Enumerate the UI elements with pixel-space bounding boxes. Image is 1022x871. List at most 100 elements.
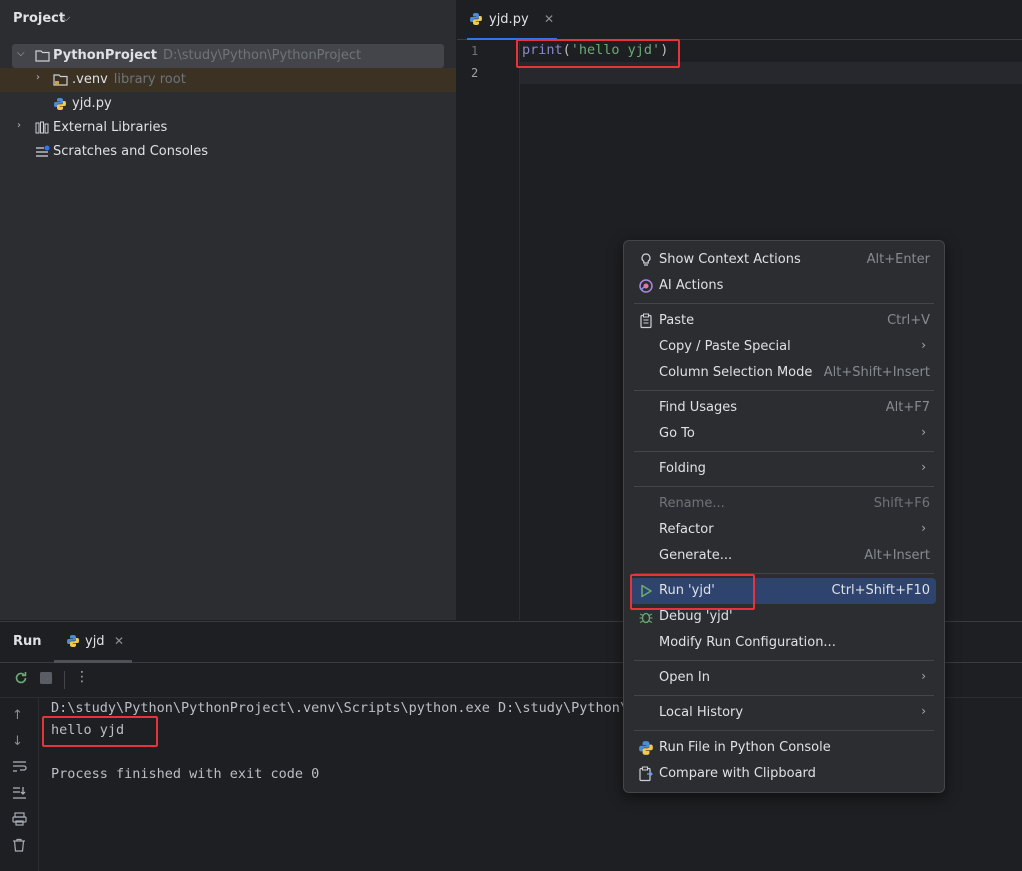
tree-item-label: yjd.py <box>72 96 112 111</box>
tree-item-pythonproject[interactable]: ⌵ PythonProject D:\study\Python\PythonPro… <box>0 44 456 68</box>
chevron-right-icon: › <box>921 669 926 683</box>
chevron-right-icon: › <box>921 338 926 352</box>
arrow-up-icon[interactable]: ↑ <box>12 708 23 723</box>
annotation-box-output <box>42 716 158 747</box>
close-icon[interactable]: ✕ <box>544 12 554 26</box>
menu-shortcut: Ctrl+Shift+F10 <box>831 583 930 598</box>
line-number: 2 <box>471 66 479 80</box>
library-root-hint: library root <box>113 72 186 87</box>
run-tab-yjd[interactable]: yjd ✕ <box>54 622 132 663</box>
annotation-box-run <box>630 574 755 610</box>
run-side-toolbar: ↑ ↓ <box>0 698 39 871</box>
tab-label: yjd <box>85 634 105 649</box>
chevron-right-icon: › <box>921 704 926 718</box>
menu-item-column-selection-mode[interactable]: Column Selection Mode Alt+Shift+Insert <box>630 360 936 386</box>
project-title[interactable]: Project <box>13 11 65 26</box>
menu-item-paste[interactable]: Paste Ctrl+V <box>630 308 936 334</box>
tree-item-yjd-py[interactable]: yjd.py <box>0 92 456 116</box>
menu-item-label: Open In <box>659 670 710 685</box>
chevron-right-icon[interactable]: › <box>17 120 21 131</box>
run-title: Run <box>13 634 42 649</box>
path-hint: D:\study\Python\PythonProject <box>162 48 362 63</box>
trash-icon[interactable] <box>12 838 26 856</box>
menu-item-folding[interactable]: Folding › <box>630 456 936 482</box>
menu-item-label: Local History <box>659 705 744 720</box>
debug-icon <box>638 609 654 625</box>
menu-item-label: Compare with Clipboard <box>659 766 816 781</box>
menu-item-label: Find Usages <box>659 400 738 415</box>
python-file-icon <box>469 12 483 30</box>
tree-item-venv[interactable]: › .venv library root <box>0 68 456 92</box>
chevron-down-icon[interactable]: ⌵ <box>17 48 25 59</box>
print-icon[interactable] <box>12 812 27 830</box>
soft-wrap-icon[interactable] <box>12 760 27 777</box>
project-header: Project ⌵ <box>0 0 456 40</box>
tree-item-external-libraries[interactable]: › External Libraries <box>0 116 456 140</box>
menu-item-copy-paste-special[interactable]: Copy / Paste Special › <box>630 334 936 360</box>
bulb-icon <box>638 252 654 268</box>
python-icon <box>66 634 80 652</box>
arrow-down-icon[interactable]: ↓ <box>12 734 23 749</box>
library-icon <box>35 121 50 138</box>
menu-item-label: Folding <box>659 461 706 476</box>
chevron-right-icon: › <box>921 460 926 474</box>
close-icon[interactable]: ✕ <box>114 634 124 648</box>
menu-shortcut: Alt+Enter <box>866 252 930 267</box>
line-number: 1 <box>471 44 479 58</box>
menu-item-label: Show Context Actions <box>659 252 801 267</box>
folder-icon <box>53 73 68 90</box>
menu-item-compare-with-clipboard[interactable]: Compare with Clipboard <box>630 761 936 787</box>
menu-separator <box>634 695 934 696</box>
tree-item-label: PythonProject D:\study\Python\PythonProje… <box>53 48 362 63</box>
context-menu: Show Context Actions Alt+Enter AI Action… <box>623 240 945 793</box>
tab-label: yjd.py <box>489 12 529 27</box>
menu-item-generate[interactable]: Generate... Alt+Insert <box>630 543 936 569</box>
editor-tab-bar: yjd.py ✕ <box>457 0 1022 40</box>
menu-item-label: Copy / Paste Special <box>659 339 791 354</box>
menu-item-label: Column Selection Mode <box>659 365 813 380</box>
menu-item-label: Modify Run Configuration... <box>659 635 836 650</box>
console-exit-line: Process finished with exit code 0 <box>51 766 320 782</box>
menu-item-label: Debug 'yjd' <box>659 609 733 624</box>
toolbar-divider <box>64 671 65 689</box>
python-file-icon <box>53 97 67 115</box>
menu-item-label: Go To <box>659 426 695 441</box>
menu-shortcut: Alt+F7 <box>885 400 930 415</box>
menu-shortcut: Ctrl+V <box>887 313 930 328</box>
menu-shortcut: Alt+Shift+Insert <box>823 365 930 380</box>
menu-shortcut: Shift+F6 <box>873 496 930 511</box>
folder-icon <box>35 49 50 66</box>
menu-item-label: Generate... <box>659 548 733 563</box>
ai-icon <box>638 278 654 294</box>
scratches-icon <box>35 145 50 162</box>
tree-item-label: Scratches and Consoles <box>53 144 209 159</box>
menu-separator <box>634 730 934 731</box>
menu-separator <box>634 451 934 452</box>
chevron-down-icon[interactable]: ⌵ <box>62 11 70 25</box>
menu-item-find-usages[interactable]: Find Usages Alt+F7 <box>630 395 936 421</box>
more-options-icon[interactable]: ⋮ <box>75 669 89 685</box>
menu-item-refactor[interactable]: Refactor › <box>630 517 936 543</box>
chevron-right-icon: › <box>921 521 926 535</box>
menu-item-label: Paste <box>659 313 695 328</box>
menu-item-run-in-python-console[interactable]: Run File in Python Console <box>630 735 936 761</box>
tree-item-label: .venv library root <box>72 72 186 87</box>
menu-item-label: AI Actions <box>659 278 724 293</box>
stop-icon[interactable] <box>40 672 53 689</box>
menu-item-local-history[interactable]: Local History › <box>630 700 936 726</box>
menu-item-modify-run-config[interactable]: Modify Run Configuration... <box>630 630 936 656</box>
menu-separator <box>634 660 934 661</box>
menu-item-show-context-actions[interactable]: Show Context Actions Alt+Enter <box>630 247 936 273</box>
menu-item-ai-actions[interactable]: AI Actions <box>630 273 936 299</box>
menu-shortcut: Alt+Insert <box>864 548 930 563</box>
tree-item-scratches[interactable]: Scratches and Consoles <box>0 140 456 164</box>
rerun-icon[interactable] <box>13 670 29 690</box>
scroll-to-end-icon[interactable] <box>12 786 27 803</box>
menu-item-open-in[interactable]: Open In › <box>630 665 936 691</box>
menu-item-go-to[interactable]: Go To › <box>630 421 936 447</box>
tab-yjd-py[interactable]: yjd.py ✕ <box>467 0 557 40</box>
chevron-right-icon[interactable]: › <box>36 72 40 83</box>
clipboard-icon <box>638 313 654 329</box>
line-number-gutter[interactable]: 1 2 <box>457 40 520 620</box>
python-icon <box>638 740 654 756</box>
